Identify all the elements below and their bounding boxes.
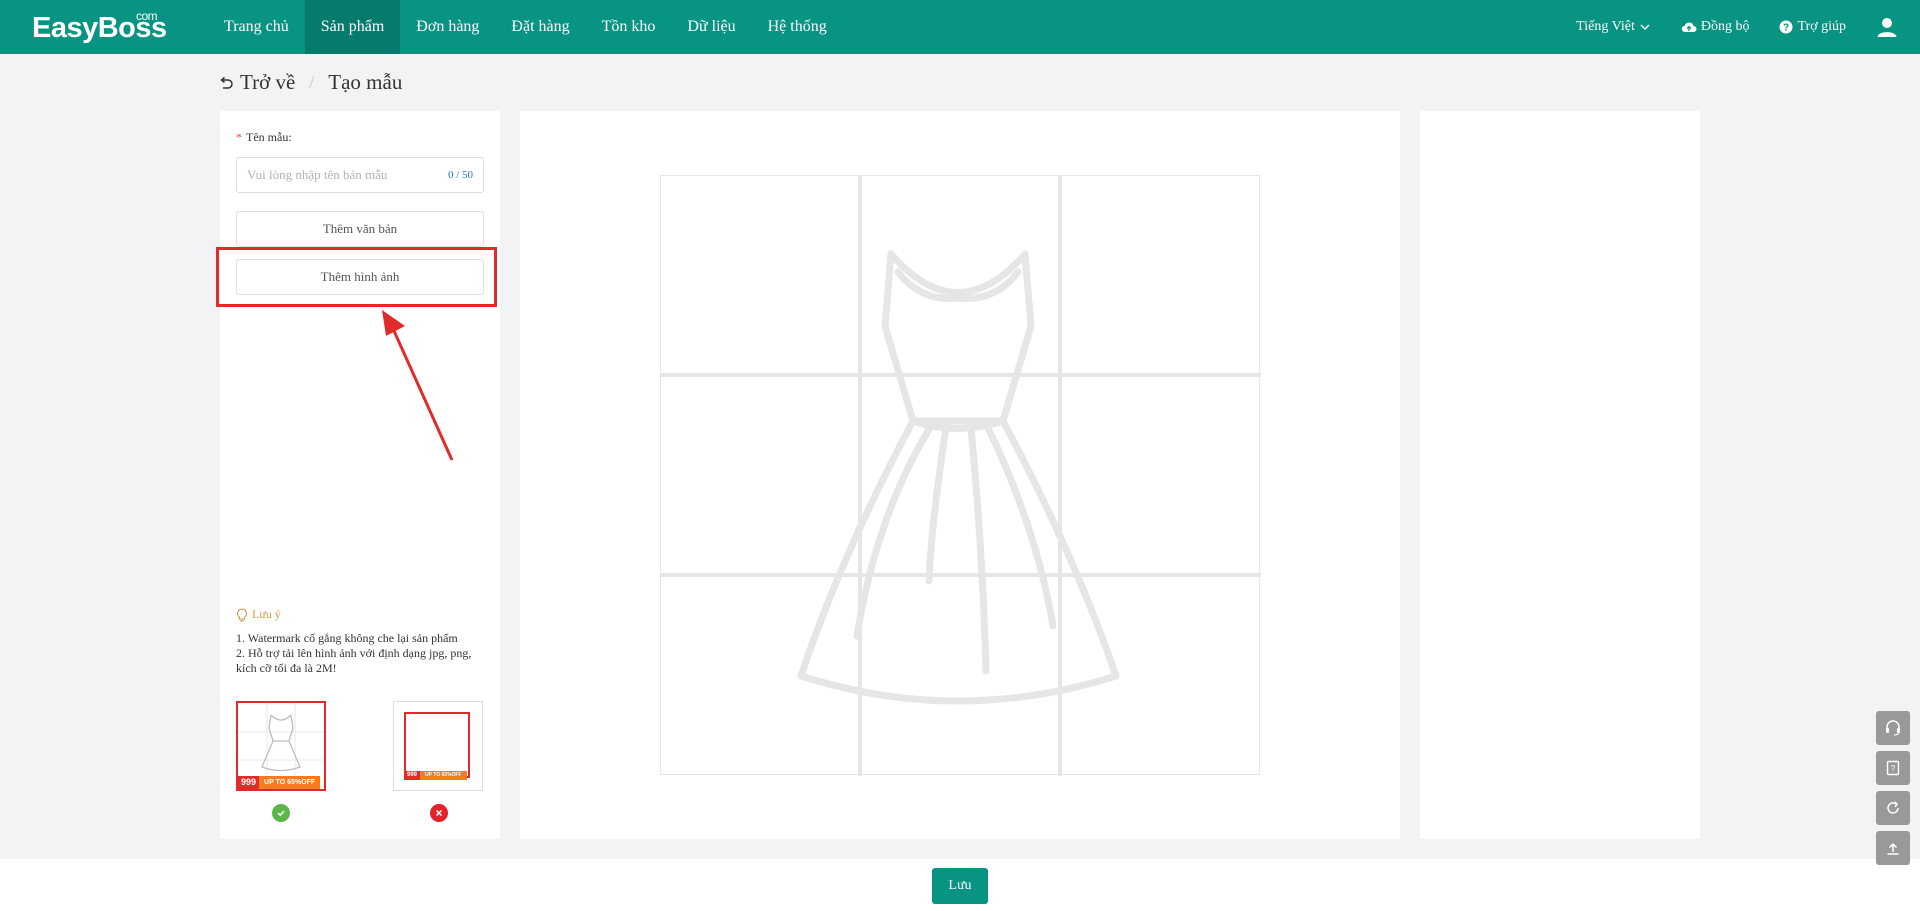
preview-canvas-panel bbox=[520, 111, 1400, 839]
sync-label: Đồng bộ bbox=[1700, 19, 1750, 34]
language-label: Tiếng Việt bbox=[1576, 19, 1635, 34]
book-icon: ? bbox=[1886, 760, 1900, 776]
nav-item-system[interactable]: Hệ thống bbox=[752, 0, 843, 54]
page-title: Tạo mẫu bbox=[328, 70, 403, 94]
lightbulb-icon bbox=[237, 607, 247, 621]
sync-button[interactable]: Đồng bộ bbox=[1681, 19, 1750, 35]
notes-text: 1. Watermark cố gắng không che lại sản p… bbox=[236, 631, 492, 676]
nav-item-purchase[interactable]: Đặt hàng bbox=[495, 0, 585, 54]
guide-button[interactable]: ? bbox=[1876, 751, 1910, 785]
top-navbar: EasyBoss com Trang chủ Sản phẩm Đơn hàng … bbox=[0, 0, 1920, 54]
template-name-field: 0 / 50 bbox=[236, 157, 484, 193]
help-button[interactable]: ? Trợ giúp bbox=[1779, 19, 1846, 35]
user-icon bbox=[1877, 18, 1897, 37]
header-actions: Tiếng Việt Đồng bộ ? Trợ giúp bbox=[1576, 0, 1920, 54]
refresh-button[interactable] bbox=[1876, 791, 1910, 825]
question-icon: ? bbox=[1779, 20, 1793, 34]
add-image-button[interactable]: Thêm hình ảnh bbox=[236, 259, 484, 295]
headset-icon bbox=[1886, 720, 1900, 736]
upload-icon bbox=[1887, 842, 1899, 855]
breadcrumb: Trở về / Tạo mẫu bbox=[218, 70, 402, 95]
nav-item-data[interactable]: Dữ liệu bbox=[671, 0, 751, 54]
scroll-top-button[interactable] bbox=[1876, 831, 1910, 865]
bad-example-badge: 999 UP TO 65%OFF bbox=[404, 771, 467, 780]
back-link[interactable]: Trở về bbox=[218, 70, 295, 95]
cloud-icon bbox=[1681, 22, 1697, 33]
back-label: Trở về bbox=[240, 70, 296, 94]
refresh-icon bbox=[1887, 801, 1899, 814]
char-counter: 0 / 50 bbox=[447, 169, 473, 181]
note-line-2: 2. Hỗ trợ tải lên hình ảnh với định dạng… bbox=[236, 646, 472, 675]
close-icon bbox=[430, 804, 448, 822]
nav-item-inventory[interactable]: Tồn kho bbox=[586, 0, 672, 54]
logo[interactable]: EasyBoss com bbox=[32, 9, 167, 45]
notes-title: Lưu ý bbox=[236, 607, 281, 622]
save-button[interactable]: Lưu bbox=[932, 868, 988, 904]
good-example-badge: 999 UP TO 65%OFF bbox=[238, 776, 321, 789]
add-text-button[interactable]: Thêm văn bản bbox=[236, 211, 484, 247]
properties-panel bbox=[1420, 111, 1700, 839]
template-name-input[interactable] bbox=[247, 167, 448, 183]
floating-toolbar: ? bbox=[1876, 711, 1910, 871]
language-selector[interactable]: Tiếng Việt bbox=[1576, 19, 1651, 35]
good-example-image: 999 UP TO 65%OFF bbox=[236, 701, 326, 791]
support-button[interactable] bbox=[1876, 711, 1910, 745]
main-nav: Trang chủ Sản phẩm Đơn hàng Đặt hàng Tồn… bbox=[208, 0, 843, 54]
svg-text:?: ? bbox=[1891, 764, 1896, 773]
nav-item-orders[interactable]: Đơn hàng bbox=[400, 0, 495, 54]
svg-text:?: ? bbox=[1783, 23, 1789, 34]
required-mark: * bbox=[236, 130, 242, 144]
help-label: Trợ giúp bbox=[1797, 19, 1846, 34]
undo-icon bbox=[220, 76, 233, 89]
nav-item-products[interactable]: Sản phẩm bbox=[304, 0, 401, 54]
chevron-down-icon bbox=[1640, 24, 1650, 30]
note-line-1: 1. Watermark cố gắng không che lại sản p… bbox=[236, 631, 458, 645]
breadcrumb-separator: / bbox=[309, 72, 315, 92]
check-icon bbox=[272, 804, 290, 822]
dress-placeholder-icon bbox=[661, 176, 1261, 776]
preview-canvas[interactable] bbox=[660, 175, 1261, 776]
bad-example-image: 999 UP TO 65%OFF bbox=[393, 701, 483, 791]
nav-item-home[interactable]: Trang chủ bbox=[208, 0, 305, 54]
template-name-label: * Tên mẫu: bbox=[236, 130, 292, 144]
user-menu[interactable] bbox=[1876, 16, 1898, 38]
logo-suffix: com bbox=[136, 9, 158, 23]
template-settings-panel: *Tên mẫu: 0 / 50 Thêm văn bản Thêm hình … bbox=[220, 111, 500, 839]
arrow-icon bbox=[382, 310, 454, 461]
